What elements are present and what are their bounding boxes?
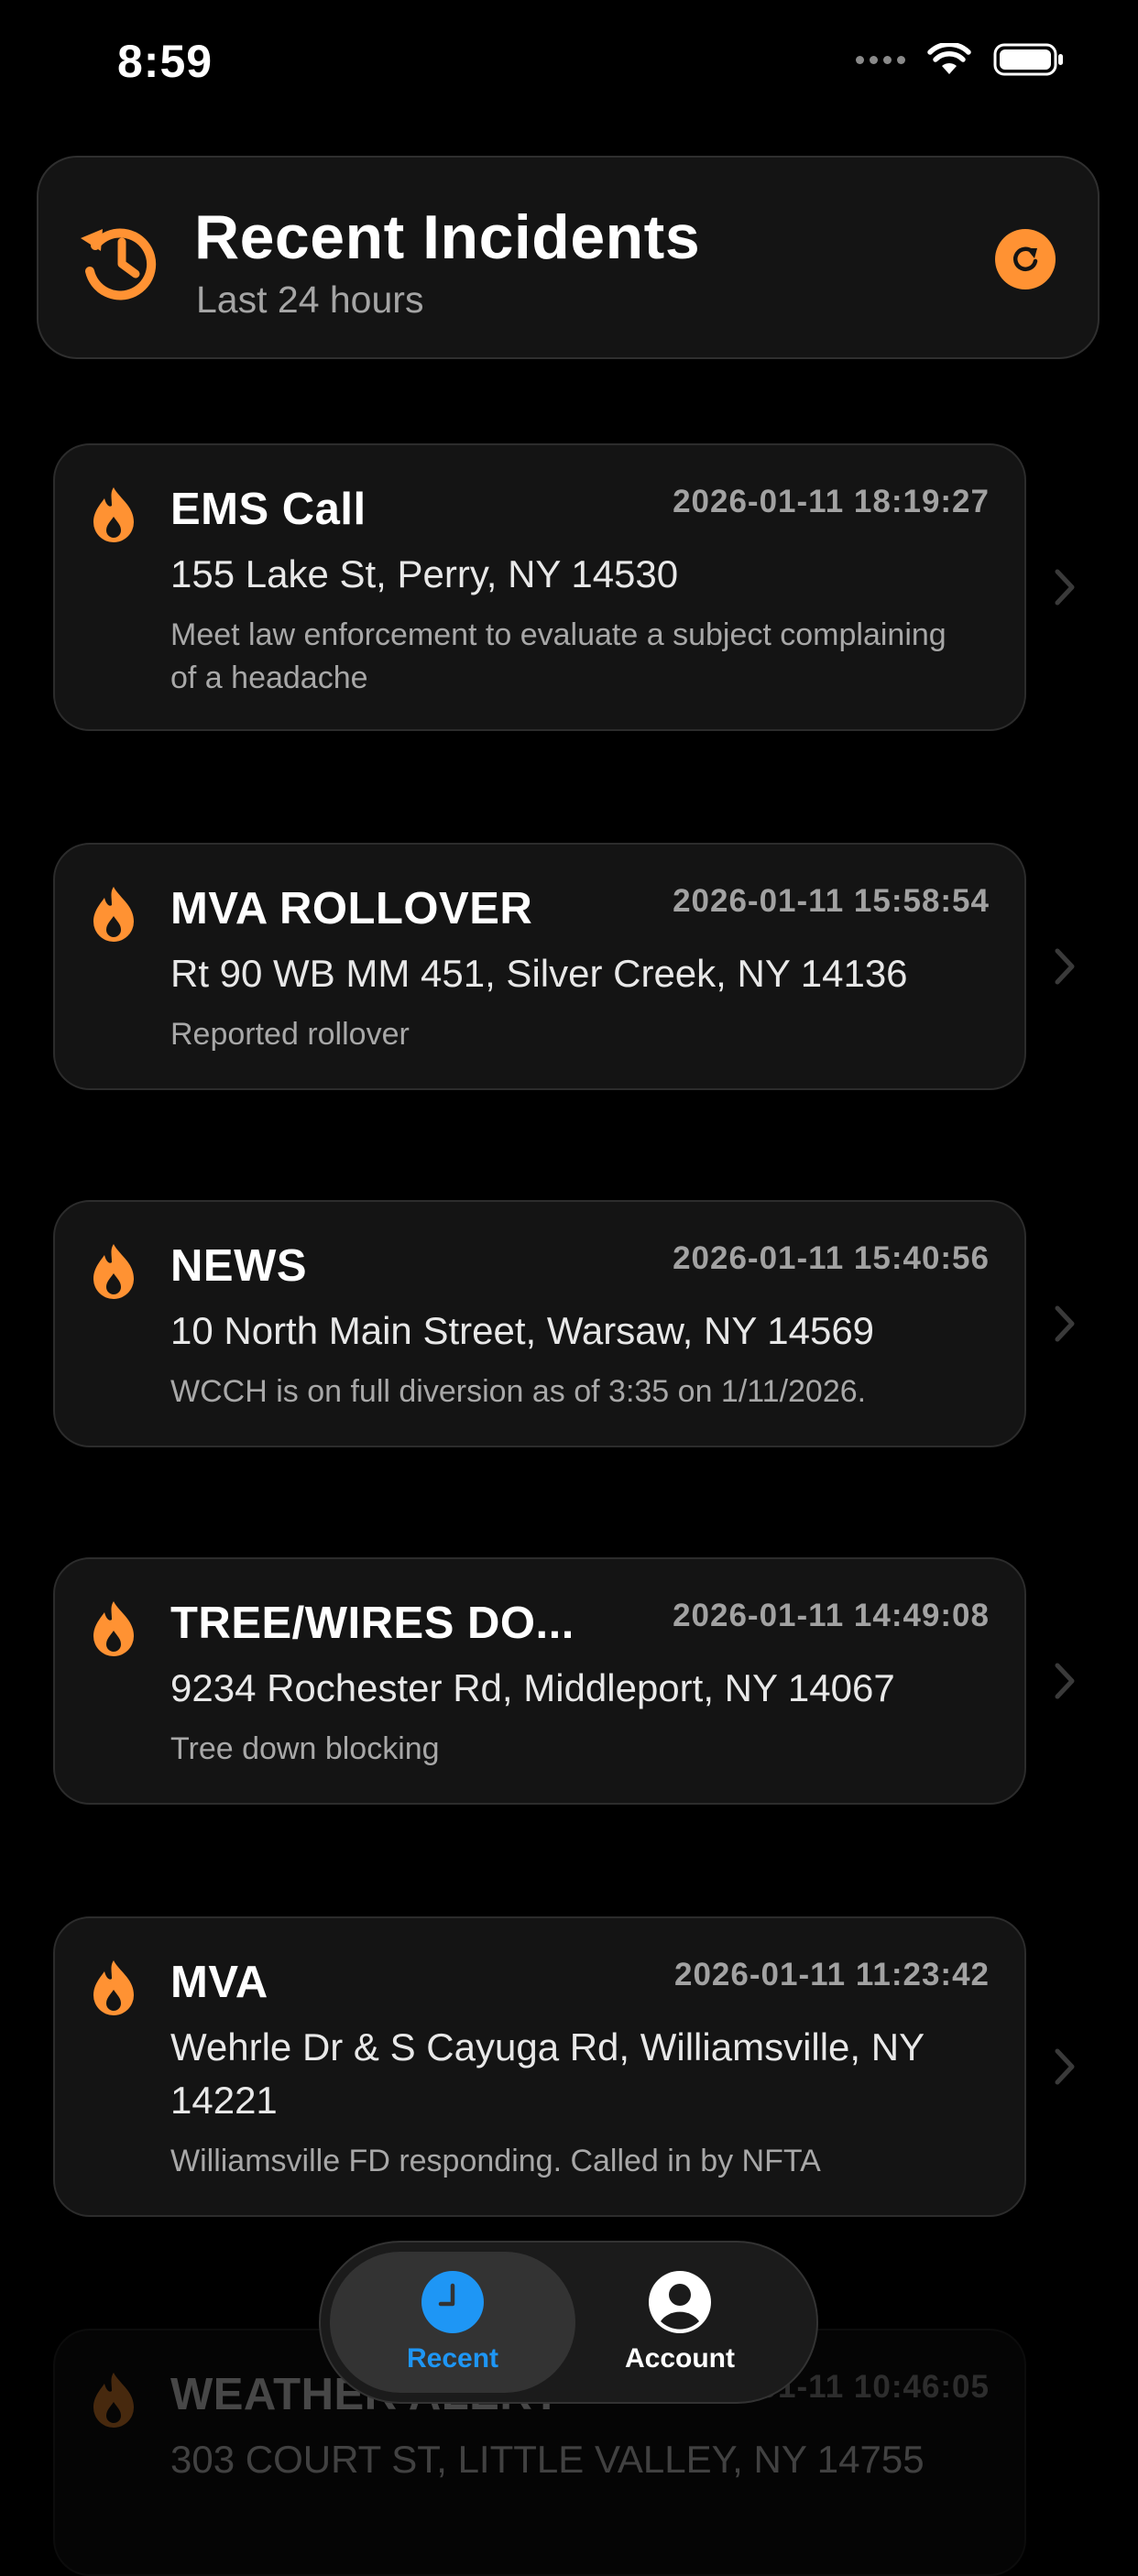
refresh-button[interactable] [995, 229, 1056, 289]
incident-address: 303 COURT ST, LITTLE VALLEY, NY 14755 [170, 2438, 925, 2481]
battery-icon [993, 43, 1063, 76]
flame-icon [92, 1242, 136, 1304]
header-card: Recent Incidents Last 24 hours [37, 156, 1100, 359]
incident-description: Tree down blocking [170, 1731, 440, 1766]
incident-title: MVA ROLLOVER [170, 884, 533, 933]
tab-label: Recent [406, 2343, 499, 2374]
incident-address: Wehrle Dr & S Cayuga Rd, Williamsville, … [170, 2025, 925, 2122]
incident-timestamp: 2026-01-11 11:23:42 [674, 1957, 990, 1992]
cellular-signal-icon [856, 55, 905, 64]
incident-card[interactable]: MVA 2026-01-11 11:23:42 Wehrle Dr & S Ca… [53, 1916, 1026, 2217]
chevron-right-icon[interactable] [1054, 568, 1076, 606]
flame-icon [92, 486, 136, 547]
flame-icon [92, 2371, 136, 2432]
status-icons [856, 42, 1065, 77]
incident-description: Williamsville FD responding. Called in b… [170, 2144, 821, 2178]
incident-title: NEWS [170, 1241, 307, 1291]
incident-description: WCCH is on full diversion as of 3:35 on … [170, 1374, 867, 1409]
incident-title: MVA [170, 1958, 268, 2007]
incident-description: Meet law enforcement to evaluate a subje… [170, 617, 947, 695]
incident-timestamp: 2026-01-11 15:40:56 [673, 1240, 990, 1276]
tab-recent[interactable]: Recent [330, 2252, 575, 2393]
incident-card[interactable]: EMS Call 2026-01-11 18:19:27 155 Lake St… [53, 443, 1026, 731]
page-subtitle: Last 24 hours [196, 278, 424, 321]
history-clock-icon [75, 218, 161, 309]
chevron-right-icon[interactable] [1054, 1662, 1076, 1700]
incident-address: 155 Lake St, Perry, NY 14530 [170, 552, 679, 595]
incident-address: Rt 90 WB MM 451, Silver Creek, NY 14136 [170, 952, 908, 995]
chevron-right-icon[interactable] [1054, 2047, 1076, 2086]
incident-title: EMS Call [170, 485, 367, 534]
refresh-icon [1012, 246, 1038, 271]
account-icon [649, 2271, 711, 2333]
incident-timestamp: 2026-01-11 18:19:27 [673, 484, 990, 519]
clock-icon [421, 2271, 484, 2333]
tab-label: Account [625, 2343, 735, 2374]
flame-icon [92, 1599, 136, 1661]
incident-timestamp: 2026-01-11 14:49:08 [673, 1598, 990, 1633]
page-title: Recent Incidents [194, 202, 701, 272]
chevron-right-icon[interactable] [1054, 947, 1076, 986]
status-time: 8:59 [117, 36, 213, 87]
incident-card[interactable]: MVA ROLLOVER 2026-01-11 15:58:54 Rt 90 W… [53, 843, 1026, 1090]
incident-description: Reported rollover [170, 1017, 410, 1052]
incident-address: 10 North Main Street, Warsaw, NY 14569 [170, 1309, 875, 1352]
chevron-right-icon[interactable] [1054, 1304, 1076, 1343]
tab-account[interactable]: Account [557, 2252, 803, 2393]
incident-title: TREE/WIRES DO... [170, 1599, 574, 1648]
incident-card[interactable]: TREE/WIRES DO... 2026-01-11 14:49:08 923… [53, 1557, 1026, 1805]
wifi-icon [927, 43, 971, 74]
incident-address: 9234 Rochester Rd, Middleport, NY 14067 [170, 1666, 895, 1709]
flame-icon [92, 885, 136, 946]
status-bar: 8:59 [0, 0, 1138, 128]
tab-bar: Recent Account [319, 2241, 818, 2404]
flame-icon [92, 1959, 136, 2020]
incident-timestamp: 2026-01-11 15:58:54 [673, 883, 990, 919]
incident-card[interactable]: NEWS 2026-01-11 15:40:56 10 North Main S… [53, 1200, 1026, 1447]
